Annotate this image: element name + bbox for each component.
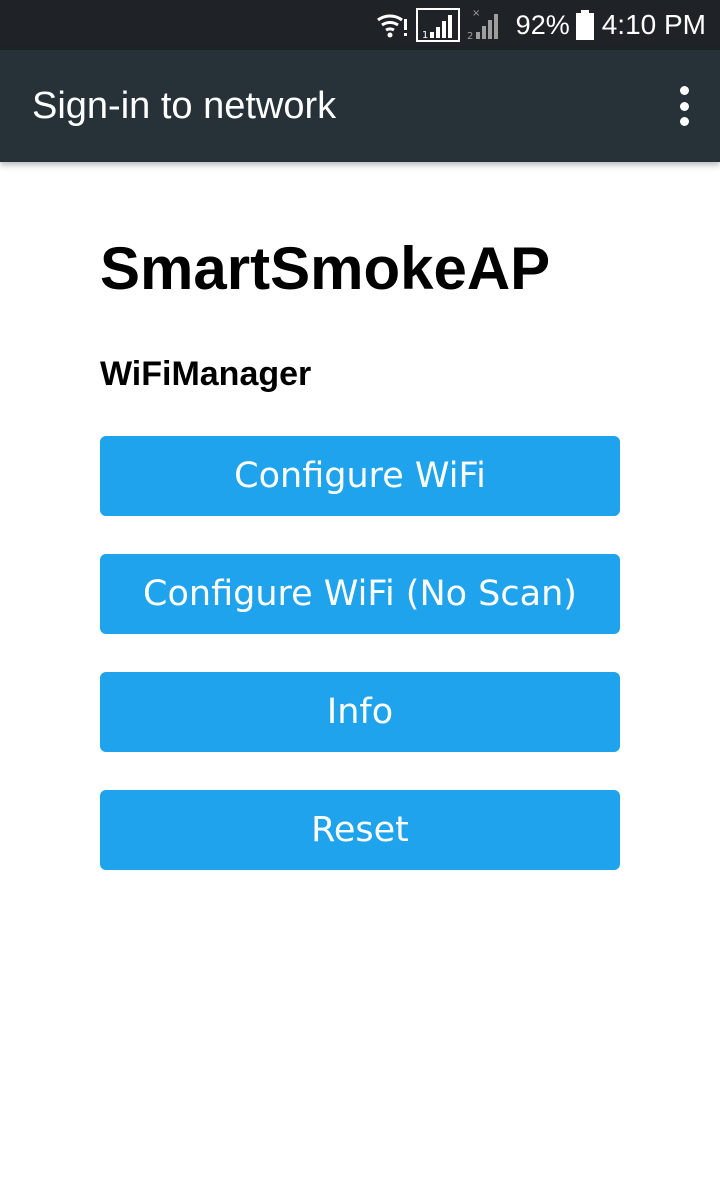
reset-button[interactable]: Reset <box>100 790 620 870</box>
menu-dot <box>679 101 689 111</box>
configure-wifi-button[interactable]: Configure WiFi <box>100 436 620 516</box>
sim1-signal-icon: 1 <box>415 8 460 42</box>
battery-icon <box>575 10 594 40</box>
status-icons: 1 × 2 92% 4:10 PM <box>376 0 706 50</box>
status-bar: 1 × 2 92% 4:10 PM <box>0 0 720 50</box>
app-bar-title: Sign-in to network <box>32 85 337 127</box>
portal-content: SmartSmokeAP WiFiManager Configure WiFi … <box>100 162 620 870</box>
overflow-menu-icon[interactable] <box>676 86 692 126</box>
sim2-signal-off-icon: × 2 <box>466 8 506 42</box>
menu-dot <box>679 117 689 126</box>
menu-dot <box>679 86 689 95</box>
configure-wifi-no-scan-button[interactable]: Configure WiFi (No Scan) <box>100 554 620 634</box>
sim2-label: 2 <box>467 31 473 42</box>
svg-text:×: × <box>472 8 480 19</box>
battery-percent: 92% <box>515 9 570 40</box>
wifi-alert-icon <box>376 11 410 39</box>
app-bar: Sign-in to network <box>0 50 720 162</box>
info-button[interactable]: Info <box>100 672 620 752</box>
status-clock: 4:10 PM <box>601 9 706 40</box>
page-subtitle: WiFiManager <box>100 355 312 393</box>
sim1-label: 1 <box>422 30 428 41</box>
page-title: SmartSmokeAP <box>100 235 551 302</box>
